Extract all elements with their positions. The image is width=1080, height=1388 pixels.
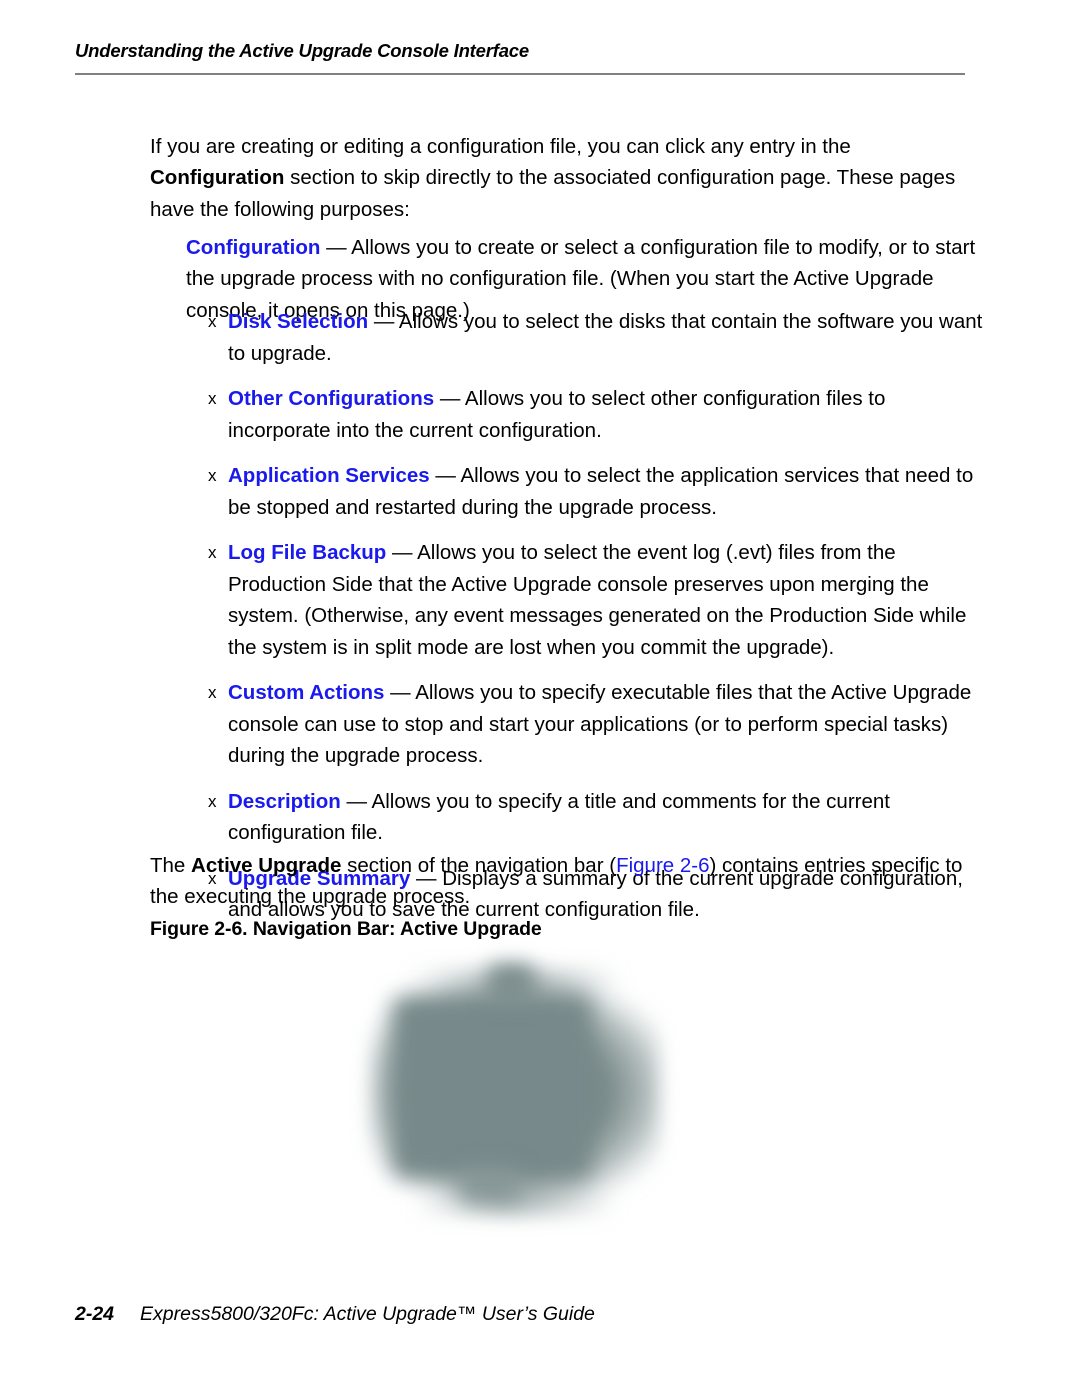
- closing-bold-active-upgrade: Active Upgrade: [191, 853, 342, 877]
- figure-navigation-bar-active-upgrade: [340, 960, 700, 1240]
- figure-cross-reference-link[interactable]: Figure 2-6: [616, 854, 709, 877]
- definition-term-other-configurations[interactable]: Other Configurations: [228, 387, 434, 410]
- intro-paragraph: If you are creating or editing a configu…: [150, 131, 975, 226]
- list-item: x Application Services — Allows you to se…: [186, 460, 986, 523]
- definition-dash: —: [320, 235, 352, 259]
- running-header-text: Understanding the Active Upgrade Console…: [75, 40, 529, 61]
- definition-term-description[interactable]: Description: [228, 790, 341, 813]
- bullet-x-icon: x: [208, 466, 217, 485]
- bullet-x-icon: x: [208, 683, 217, 702]
- bullet-x-icon: x: [208, 543, 217, 562]
- footer-document-title: Express5800/320Fc: Active Upgrade™ User’…: [140, 1303, 595, 1325]
- definition-term-configuration[interactable]: Configuration: [186, 236, 320, 259]
- closing-text-2: section of the navigation bar (: [341, 853, 617, 877]
- navigation-bar-screenshot-top-nub: [488, 964, 534, 1004]
- closing-text-1: The: [150, 853, 192, 877]
- closing-paragraph: The Active Upgrade section of the naviga…: [150, 850, 980, 913]
- running-header: Understanding the Active Upgrade Console…: [75, 40, 965, 62]
- bullet-x-icon: x: [208, 791, 217, 811]
- list-item: x Other Configurations — Allows you to se…: [186, 383, 986, 446]
- figure-caption: Figure 2-6. Navigation Bar: Active Upgra…: [150, 918, 542, 940]
- definition-list: x Disk Selection — Allows you to select t…: [186, 306, 986, 940]
- definition-dash: —: [384, 681, 416, 704]
- list-item: x Custom Actions — Allows you to specify …: [186, 677, 986, 772]
- page-footer: 2-24 Express5800/320Fc: Active Upgrade™ U…: [75, 1303, 595, 1326]
- definition-dash: —: [429, 464, 461, 487]
- navigation-bar-screenshot-bottom-nub: [460, 1168, 520, 1202]
- bullet-x-icon: x: [208, 312, 217, 331]
- definition-term-log-file-backup[interactable]: Log File Backup: [228, 541, 386, 564]
- definition-term-disk-selection[interactable]: Disk Selection: [228, 310, 368, 333]
- definition-term-application-services[interactable]: Application Services: [228, 464, 430, 487]
- intro-text-before: If you are creating or editing a configu…: [150, 134, 851, 158]
- definition-dash: —: [368, 310, 399, 333]
- definition-dash: —: [340, 789, 372, 813]
- intro-bold-configuration: Configuration: [150, 166, 285, 189]
- list-item: x Disk Selection — Allows you to select t…: [186, 306, 986, 369]
- bullet-x-icon: x: [208, 389, 217, 408]
- footer-page-number: 2-24: [75, 1303, 115, 1325]
- header-rule: [75, 73, 965, 75]
- navigation-bar-screenshot-core: [392, 996, 592, 1178]
- definition-dash: —: [434, 387, 465, 410]
- definition-term-custom-actions[interactable]: Custom Actions: [228, 681, 384, 704]
- list-item: x Description — Allows you to specify a t…: [186, 786, 986, 849]
- definition-dash: —: [386, 541, 418, 564]
- list-item: x Log File Backup — Allows you to select …: [186, 537, 986, 663]
